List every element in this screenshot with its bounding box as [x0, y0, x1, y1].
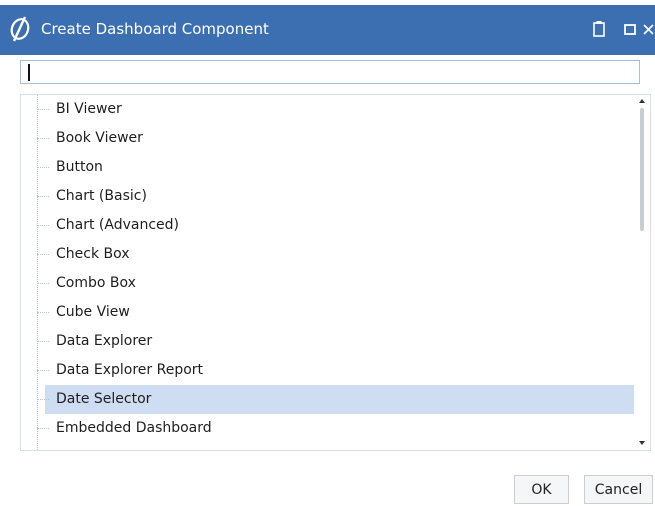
- component-list[interactable]: BI Viewer Book Viewer Button Chart (Basi…: [20, 94, 651, 451]
- text-caret: [28, 64, 30, 81]
- tree-connector: [37, 254, 49, 255]
- search-input[interactable]: [20, 60, 640, 84]
- tree-connector: [37, 283, 49, 284]
- list-item-selected[interactable]: Date Selector: [37, 385, 637, 414]
- tree-connector: [37, 225, 49, 226]
- list-item-label: BI Viewer: [56, 101, 122, 117]
- vertical-scrollbar[interactable]: [634, 95, 650, 450]
- list-item-label: Data Explorer: [56, 333, 153, 349]
- create-dashboard-component-dialog: Create Dashboard Component BI Viewer Boo…: [0, 0, 655, 506]
- scroll-down-arrow-icon[interactable]: [639, 441, 645, 445]
- tree-connector: [37, 341, 49, 342]
- list-item-label: Book Viewer: [56, 130, 143, 146]
- cancel-button[interactable]: Cancel: [584, 475, 653, 504]
- list-item-label: Combo Box: [56, 275, 136, 291]
- list-item-label: Check Box: [56, 246, 130, 262]
- list-item-label: Data Explorer Report: [56, 362, 204, 378]
- list-item-label: Button: [56, 159, 103, 175]
- tree-connector: [37, 370, 49, 371]
- list-item[interactable]: Chart (Advanced): [37, 211, 637, 240]
- scroll-up-arrow-icon[interactable]: [639, 99, 645, 103]
- list-item-label: Chart (Basic): [56, 188, 147, 204]
- maximize-icon[interactable]: [621, 18, 641, 40]
- tree-connector: [37, 109, 49, 110]
- title-bar[interactable]: Create Dashboard Component: [0, 5, 655, 55]
- tree-connector: [37, 167, 49, 168]
- list-item-label: Embedded Dashboard: [56, 420, 212, 436]
- list-item[interactable]: Check Box: [37, 240, 637, 269]
- list-item[interactable]: Chart (Basic): [37, 182, 637, 211]
- clipboard-icon[interactable]: [589, 18, 609, 40]
- list-item[interactable]: BI Viewer: [37, 95, 637, 124]
- list-item-label: Cube View: [56, 304, 130, 320]
- close-icon[interactable]: [641, 18, 655, 40]
- ok-button[interactable]: OK: [514, 475, 569, 504]
- list-item-label: Chart (Advanced): [56, 217, 179, 233]
- tree-connector: [37, 138, 49, 139]
- tree-guide-line: [37, 95, 38, 450]
- list-item[interactable]: Combo Box: [37, 269, 637, 298]
- list-item[interactable]: Embedded Dashboard: [37, 414, 637, 443]
- scroll-thumb[interactable]: [640, 108, 644, 231]
- list-item-label: Date Selector: [56, 391, 152, 407]
- tree-connector: [37, 196, 49, 197]
- dialog-title: Create Dashboard Component: [41, 20, 269, 38]
- tree-connector: [37, 312, 49, 313]
- tree-connector: [37, 428, 49, 429]
- list-item[interactable]: Data Explorer: [37, 327, 637, 356]
- list-item[interactable]: Button: [37, 153, 637, 182]
- list-item[interactable]: Cube View: [37, 298, 637, 327]
- list-item[interactable]: Data Explorer Report: [37, 356, 637, 385]
- list-item[interactable]: Book Viewer: [37, 124, 637, 153]
- tree-connector: [37, 399, 49, 400]
- onestream-logo-icon: [10, 16, 30, 42]
